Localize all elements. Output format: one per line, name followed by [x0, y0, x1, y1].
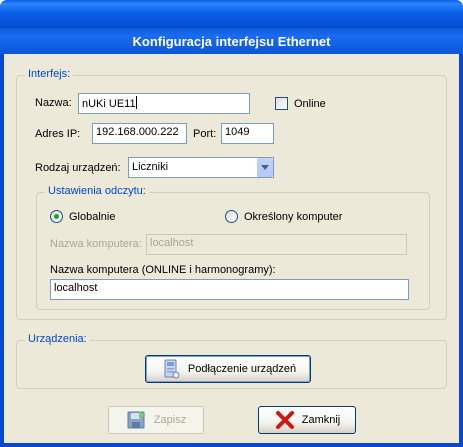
devices-group-legend: Urządzenia: [25, 333, 90, 345]
computer-name-input: localhost [146, 234, 407, 255]
window-frame-right [459, 54, 463, 447]
device-type-value: Liczniki [132, 161, 169, 173]
title-bar[interactable] [0, 0, 463, 30]
interface-group-legend: Interfejs: [25, 68, 74, 80]
name-label: Nazwa: [35, 97, 72, 109]
device-type-label: Rodzaj urządzeń: [35, 162, 121, 174]
connect-devices-label: Podłączenie urządzeń [187, 363, 297, 375]
device-type-select[interactable]: Liczniki [128, 157, 274, 178]
close-button[interactable]: Zamknij [258, 406, 356, 434]
global-radio[interactable] [50, 210, 63, 223]
device-connect-icon [160, 358, 182, 380]
connect-devices-button[interactable]: Podłączenie urządzeń [145, 355, 311, 383]
interface-group: Interfejs: Nazwa: nUKi UE11 Online Adres… [16, 68, 447, 320]
online-computer-input[interactable]: localhost [50, 279, 409, 300]
window-title: Konfiguracja interfejsu Ethernet [132, 34, 331, 49]
dialog-client-area: Interfejs: Nazwa: nUKi UE11 Online Adres… [4, 54, 459, 443]
global-radio-label: Globalnie [69, 211, 116, 223]
save-button[interactable]: Zapisz [108, 406, 204, 434]
port-label: Port: [193, 128, 217, 140]
online-computer-label: Nazwa komputera (ONLINE i harmonogramy): [50, 264, 276, 276]
name-input-value: nUKi UE11 [82, 98, 136, 110]
specific-computer-radio-label: Określony komputer [244, 211, 343, 223]
ip-label: Adres IP: [35, 128, 81, 140]
online-label: Online [294, 98, 326, 110]
dialog-window: Konfiguracja interfejsu Ethernet Interfe… [0, 0, 463, 447]
name-input[interactable]: nUKi UE11 [78, 93, 250, 114]
window-frame-bottom [0, 443, 463, 447]
specific-computer-radio[interactable] [225, 210, 238, 223]
ip-address-input[interactable]: 192.168.000.222 [92, 123, 187, 144]
chevron-down-icon[interactable] [256, 158, 273, 177]
save-label: Zapisz [153, 414, 187, 426]
computer-name-label: Nazwa komputera: [50, 238, 142, 250]
close-label: Zamknij [301, 414, 341, 426]
read-settings-legend: Ustawienia odczytu: [45, 185, 149, 197]
read-settings-group: Ustawienia odczytu: Globalnie Określony … [36, 185, 430, 310]
floppy-save-icon [126, 409, 148, 431]
close-icon [274, 409, 296, 431]
port-input[interactable]: 1049 [221, 123, 274, 144]
text-caret [135, 96, 137, 109]
online-checkbox[interactable] [275, 97, 288, 110]
